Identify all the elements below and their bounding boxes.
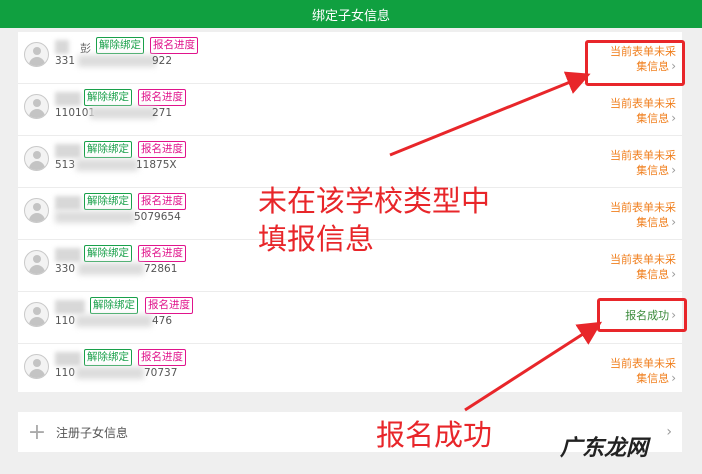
annotation-success: 报名成功 — [376, 418, 493, 452]
annotation-line2: 填报信息 — [258, 222, 375, 256]
annotation-not-filled: 未在该学校类型中 填报信息 — [258, 182, 490, 258]
arrow-to-success — [464, 321, 603, 412]
annotation-line1: 未在该学校类型中 — [258, 184, 491, 218]
watermark-logo: 广东龙网 — [560, 436, 649, 461]
arrow-to-not-collected — [389, 71, 591, 157]
